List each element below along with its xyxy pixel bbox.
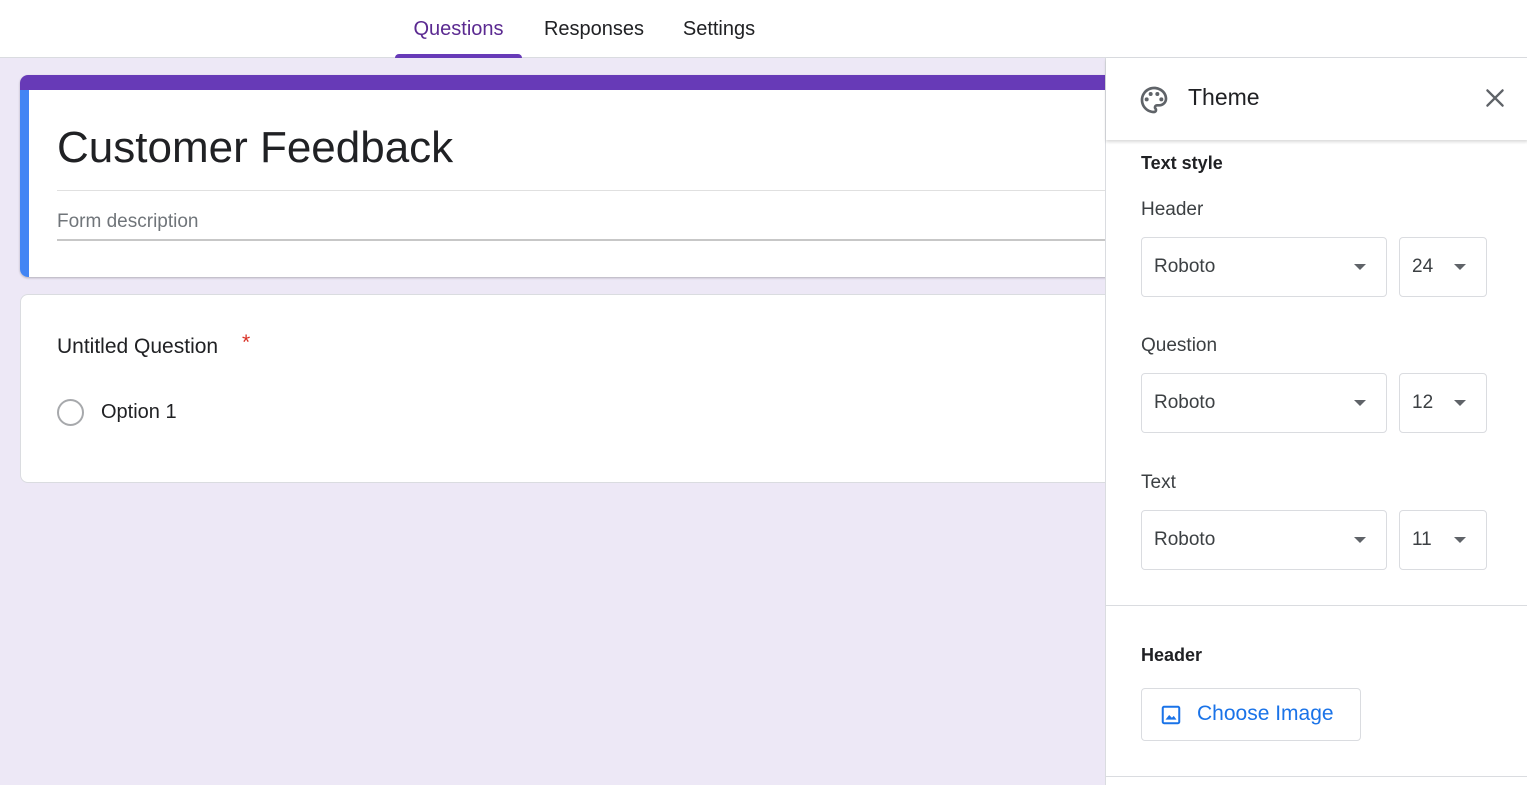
radio-button[interactable] — [57, 399, 84, 426]
active-tab-indicator — [395, 54, 522, 58]
form-title-card: Customer Feedback Form description — [20, 75, 1120, 277]
card-accent-stripe — [20, 75, 1120, 90]
dropdown-caret-icon — [1354, 537, 1366, 543]
tab-responses[interactable]: Responses — [530, 0, 658, 58]
question-size-select[interactable]: 12 — [1399, 373, 1487, 433]
choose-image-button[interactable]: Choose Image — [1141, 688, 1361, 741]
dropdown-caret-icon — [1354, 400, 1366, 406]
header-size-value: 24 — [1412, 256, 1434, 277]
form-title[interactable]: Customer Feedback — [57, 123, 453, 173]
choose-image-label: Choose Image — [1197, 702, 1334, 725]
header-image-heading: Header — [1141, 645, 1203, 665]
required-asterisk: * — [242, 331, 251, 354]
tab-settings[interactable]: Settings — [668, 0, 770, 58]
dropdown-caret-icon — [1454, 400, 1466, 406]
theme-panel-title: Theme — [1188, 84, 1260, 110]
form-description-input[interactable]: Form description — [57, 211, 199, 233]
question-font-label: Question — [1141, 335, 1218, 356]
text-font-label: Text — [1141, 472, 1176, 493]
tab-questions-label: Questions — [413, 17, 504, 40]
header-font-label: Header — [1141, 199, 1204, 220]
tab-settings-label: Settings — [682, 17, 756, 40]
title-divider — [57, 190, 1120, 191]
question-font-select[interactable]: Roboto — [1141, 373, 1387, 433]
dropdown-caret-icon — [1454, 264, 1466, 270]
text-font-select[interactable]: Roboto — [1141, 510, 1387, 570]
description-underline — [57, 239, 1120, 241]
question-title[interactable]: Untitled Question — [57, 335, 218, 359]
palette-icon — [1140, 86, 1168, 114]
top-tab-bar: Questions Responses Settings — [0, 0, 1527, 58]
header-size-select[interactable]: 24 — [1399, 237, 1487, 297]
close-icon[interactable] — [1482, 85, 1508, 111]
header-font-select[interactable]: Roboto — [1141, 237, 1387, 297]
text-size-select[interactable]: 11 — [1399, 510, 1487, 570]
question-font-value: Roboto — [1154, 392, 1216, 413]
section-divider — [1106, 605, 1527, 606]
question-size-value: 12 — [1412, 392, 1434, 413]
question-card[interactable]: Untitled Question * Option 1 — [20, 294, 1120, 483]
theme-panel: Theme Text style Header Roboto 24 Questi… — [1105, 58, 1527, 785]
text-size-value: 11 — [1412, 529, 1432, 550]
section-divider — [1106, 776, 1527, 777]
dropdown-caret-icon — [1354, 264, 1366, 270]
dropdown-caret-icon — [1454, 537, 1466, 543]
tab-questions[interactable]: Questions — [395, 0, 522, 58]
theme-panel-header: Theme — [1106, 58, 1527, 140]
card-focus-stripe — [20, 90, 29, 277]
option-label: Option 1 — [101, 401, 177, 423]
image-icon — [1161, 705, 1181, 725]
tab-responses-label: Responses — [543, 17, 645, 40]
text-font-value: Roboto — [1154, 529, 1216, 550]
text-style-heading: Text style — [1141, 153, 1223, 173]
header-font-value: Roboto — [1154, 256, 1216, 277]
